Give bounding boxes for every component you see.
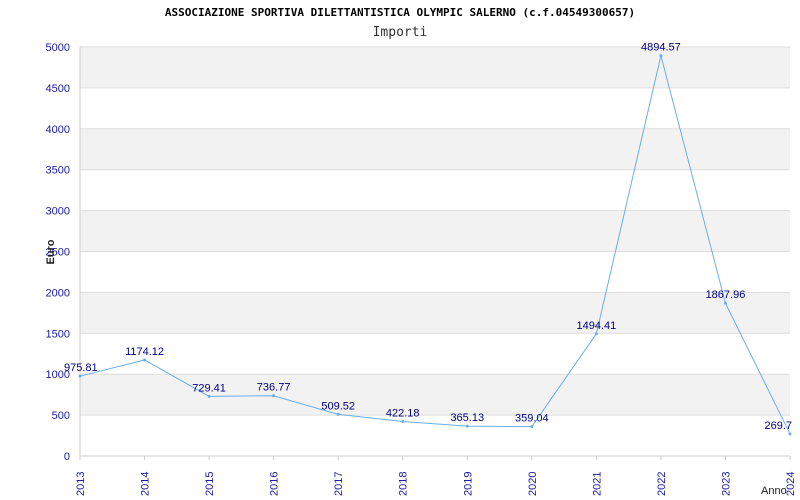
x-tick-label: 2016 — [269, 472, 281, 496]
y-tick-label: 3000 — [46, 206, 70, 218]
data-label: 975.81 — [64, 362, 98, 374]
data-point — [272, 394, 276, 398]
y-tick-label: 4500 — [46, 83, 70, 95]
data-label: 422.18 — [386, 407, 420, 419]
grid-band — [80, 374, 790, 416]
data-label: 509.52 — [321, 400, 355, 412]
data-label: 736.77 — [257, 382, 291, 394]
data-point — [401, 419, 405, 423]
x-axis-label: Anno — [761, 485, 787, 497]
line-chart: 0500100015002000250030003500400045005000… — [45, 42, 797, 497]
data-label: 365.13 — [450, 412, 484, 424]
x-tick-label: 2020 — [527, 472, 539, 496]
grid-band — [80, 128, 790, 170]
data-point — [78, 374, 82, 378]
data-label: 269.7 — [764, 420, 792, 432]
y-tick-label: 5000 — [46, 42, 70, 54]
chart-root: ASSOCIAZIONE SPORTIVA DILETTANTISTICA OL… — [0, 0, 800, 500]
y-tick-label: 0 — [64, 451, 70, 463]
y-tick-label: 500 — [52, 410, 70, 422]
y-tick-label: 3500 — [46, 165, 70, 177]
data-label: 359.04 — [515, 413, 549, 425]
data-label: 1494.41 — [576, 320, 616, 332]
data-point — [336, 412, 340, 416]
data-point — [465, 424, 469, 428]
grid-band — [80, 47, 790, 88]
data-point — [659, 54, 663, 58]
x-tick-label: 2014 — [140, 472, 152, 496]
grid-band — [80, 210, 790, 252]
x-tick-label: 2024 — [785, 472, 797, 496]
y-axis-label: Euro — [45, 239, 57, 264]
x-tick-label: 2019 — [462, 472, 474, 496]
data-point — [143, 358, 147, 362]
data-point — [530, 425, 534, 429]
data-point — [207, 394, 211, 398]
data-label: 729.41 — [192, 382, 226, 394]
y-tick-label: 1500 — [46, 328, 70, 340]
data-label: 1174.12 — [125, 346, 164, 358]
x-tick-label: 2018 — [398, 472, 410, 496]
data-label: 1867.96 — [706, 289, 746, 301]
data-point — [723, 301, 727, 305]
y-tick-label: 4000 — [46, 124, 70, 136]
data-point — [594, 332, 598, 336]
y-tick-label: 2000 — [46, 287, 70, 299]
x-tick-label: 2021 — [591, 472, 603, 496]
data-label: 4894.57 — [641, 42, 681, 54]
grid-band — [80, 292, 790, 334]
x-tick-label: 2022 — [656, 472, 668, 496]
x-tick-label: 2013 — [75, 472, 87, 496]
data-point — [788, 432, 792, 436]
x-tick-label: 2017 — [333, 472, 345, 496]
x-tick-label: 2015 — [204, 472, 216, 496]
x-tick-label: 2023 — [720, 472, 732, 496]
